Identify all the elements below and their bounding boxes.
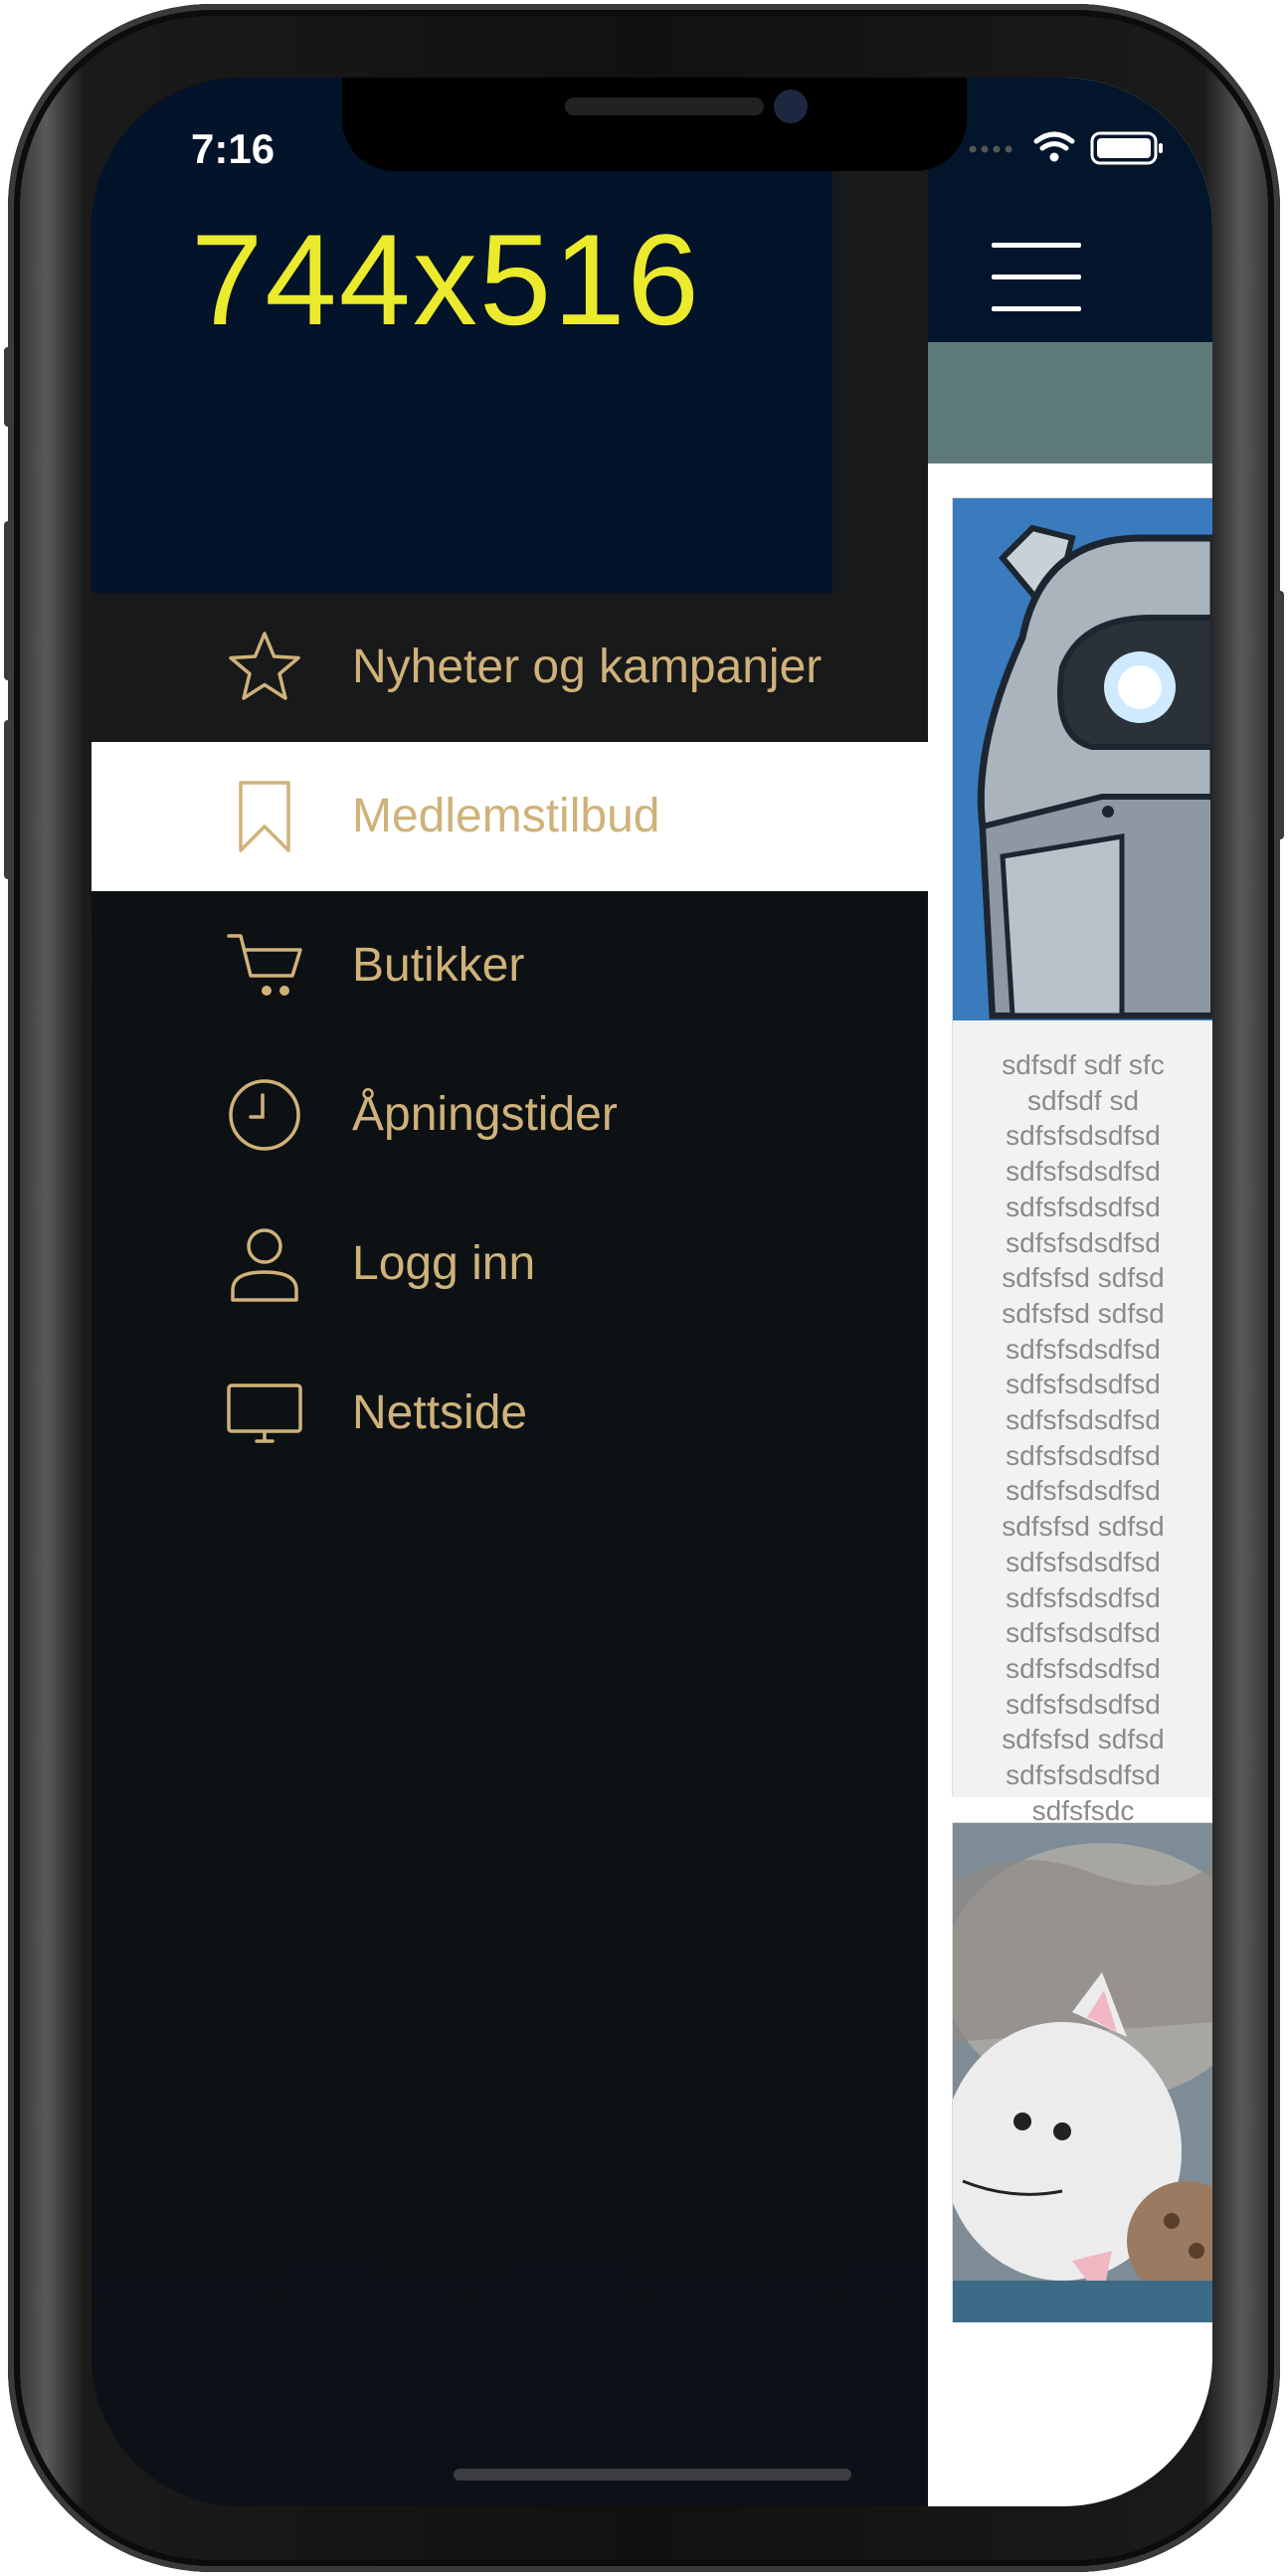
menu-item-login[interactable]: Logg inn bbox=[92, 1190, 928, 1339]
cart-icon bbox=[227, 934, 302, 996]
content-banner bbox=[928, 342, 1212, 463]
volume-down-button bbox=[4, 720, 14, 879]
volume-up-button bbox=[4, 521, 14, 680]
robot-image bbox=[953, 498, 1212, 1020]
robot-illustration-icon bbox=[953, 498, 1212, 1020]
notch bbox=[342, 78, 967, 171]
menu-item-label: Medlemstilbud bbox=[352, 790, 660, 842]
menu-item-member-offers[interactable]: Medlemstilbud bbox=[92, 742, 928, 891]
star-icon bbox=[229, 632, 300, 700]
card-text-line: sdfsfsdsdfsd bbox=[1006, 1191, 1161, 1222]
menu-item-label: Åpningstider bbox=[352, 1088, 618, 1141]
card-text-line: sdfsfsdsdfsd bbox=[1006, 1688, 1161, 1720]
monitor-icon bbox=[227, 1383, 302, 1443]
card-text-line: sdfsfsdsdfsd bbox=[1006, 1120, 1161, 1152]
card-body-text: sdfsdf sdf sfc sdfsdf sd sdfsfsdsdfsd sd… bbox=[953, 1047, 1212, 1828]
card-text-line: sdfsfsdsdfsd bbox=[1006, 1156, 1161, 1188]
menu-line-icon bbox=[992, 275, 1081, 279]
menu-item-label: Logg inn bbox=[352, 1237, 536, 1290]
card-text-line: sdfsfsd sdfsd bbox=[1002, 1511, 1165, 1543]
menu-item-website[interactable]: Nettside bbox=[92, 1339, 928, 1488]
content-card[interactable] bbox=[952, 1822, 1212, 2322]
silent-switch bbox=[4, 347, 14, 427]
card-text-line: sdfsfsdsdfsd bbox=[1006, 1333, 1161, 1365]
card-text-line: sdfsfsdsdfsd bbox=[1006, 1546, 1161, 1577]
user-icon bbox=[231, 1228, 298, 1302]
home-indicator[interactable] bbox=[454, 2469, 851, 2481]
camera-icon bbox=[774, 90, 808, 123]
bookmark-icon bbox=[239, 781, 290, 852]
card-text-line: sdfsdf sd bbox=[1026, 1084, 1140, 1116]
card-text-line: sdfsfsdsdfsd bbox=[1006, 1617, 1161, 1649]
card-text-line: sdfsfsdsdfsd bbox=[1006, 1581, 1161, 1613]
header-placeholder-text: 744x516 bbox=[191, 207, 701, 352]
kitten-photo-icon bbox=[953, 1823, 1212, 2322]
menu-line-icon bbox=[992, 243, 1081, 248]
phone-frame: sdfsdf sdf sfc sdfsdf sd sdfsfsdsdfsd sd… bbox=[4, 4, 1284, 2572]
menu-line-icon bbox=[992, 306, 1081, 311]
clock-icon bbox=[229, 1079, 300, 1151]
signal-wifi-battery-icon bbox=[969, 131, 1163, 165]
menu-item-label: Butikker bbox=[352, 939, 525, 992]
menu-item-opening-hours[interactable]: Åpningstider bbox=[92, 1040, 928, 1190]
speaker-icon bbox=[565, 97, 764, 115]
card-text-line: sdfsfsdsdfsd bbox=[1006, 1369, 1161, 1400]
menu-item-label: Nettside bbox=[352, 1386, 528, 1439]
menu-item-news[interactable]: Nyheter og kampanjer bbox=[92, 593, 928, 742]
content-card[interactable]: sdfsdf sdf sfc sdfsdf sd sdfsfsdsdfsd sd… bbox=[952, 497, 1212, 1826]
menu-item-label: Nyheter og kampanjer bbox=[352, 641, 823, 693]
status-time: 7:16 bbox=[191, 125, 276, 172]
card-text-line: sdfsfsd sdfsd bbox=[1002, 1297, 1165, 1329]
card-text-line: sdfsfsdsdfsd bbox=[1006, 1226, 1161, 1258]
card-text-line: sdfsfsdsdfsd bbox=[1006, 1759, 1161, 1791]
card-text-line: sdfsfsd sdfsd bbox=[1002, 1724, 1165, 1755]
menu-item-stores[interactable]: Butikker bbox=[92, 891, 928, 1040]
navigation-drawer: 744x516 Nyheter og kampanjer Medlemstilb… bbox=[92, 78, 928, 2506]
status-icons bbox=[965, 127, 1184, 167]
content-nav-bar bbox=[928, 78, 1212, 342]
power-button bbox=[1274, 591, 1284, 839]
main-content: sdfsdf sdf sfc sdfsdf sd sdfsfsdsdfsd sd… bbox=[928, 78, 1212, 2506]
hamburger-menu-button[interactable] bbox=[992, 243, 1081, 312]
card-text-line: sdfsfsd sdfsd bbox=[1002, 1262, 1165, 1294]
screen: sdfsdf sdf sfc sdfsdf sd sdfsfsdsdfsd sd… bbox=[92, 78, 1212, 2506]
card-text-line: sdfsfsdsdfsd bbox=[1006, 1652, 1161, 1684]
card-text-line: sdfsdf sdf sfc bbox=[1002, 1049, 1165, 1080]
card-text-line: sdfsfsdsdfsd bbox=[1006, 1439, 1161, 1471]
card-text-line: sdfsfsdsdfsd bbox=[1006, 1475, 1161, 1507]
card-text-line: sdfsfsdsdfsd bbox=[1006, 1404, 1161, 1436]
